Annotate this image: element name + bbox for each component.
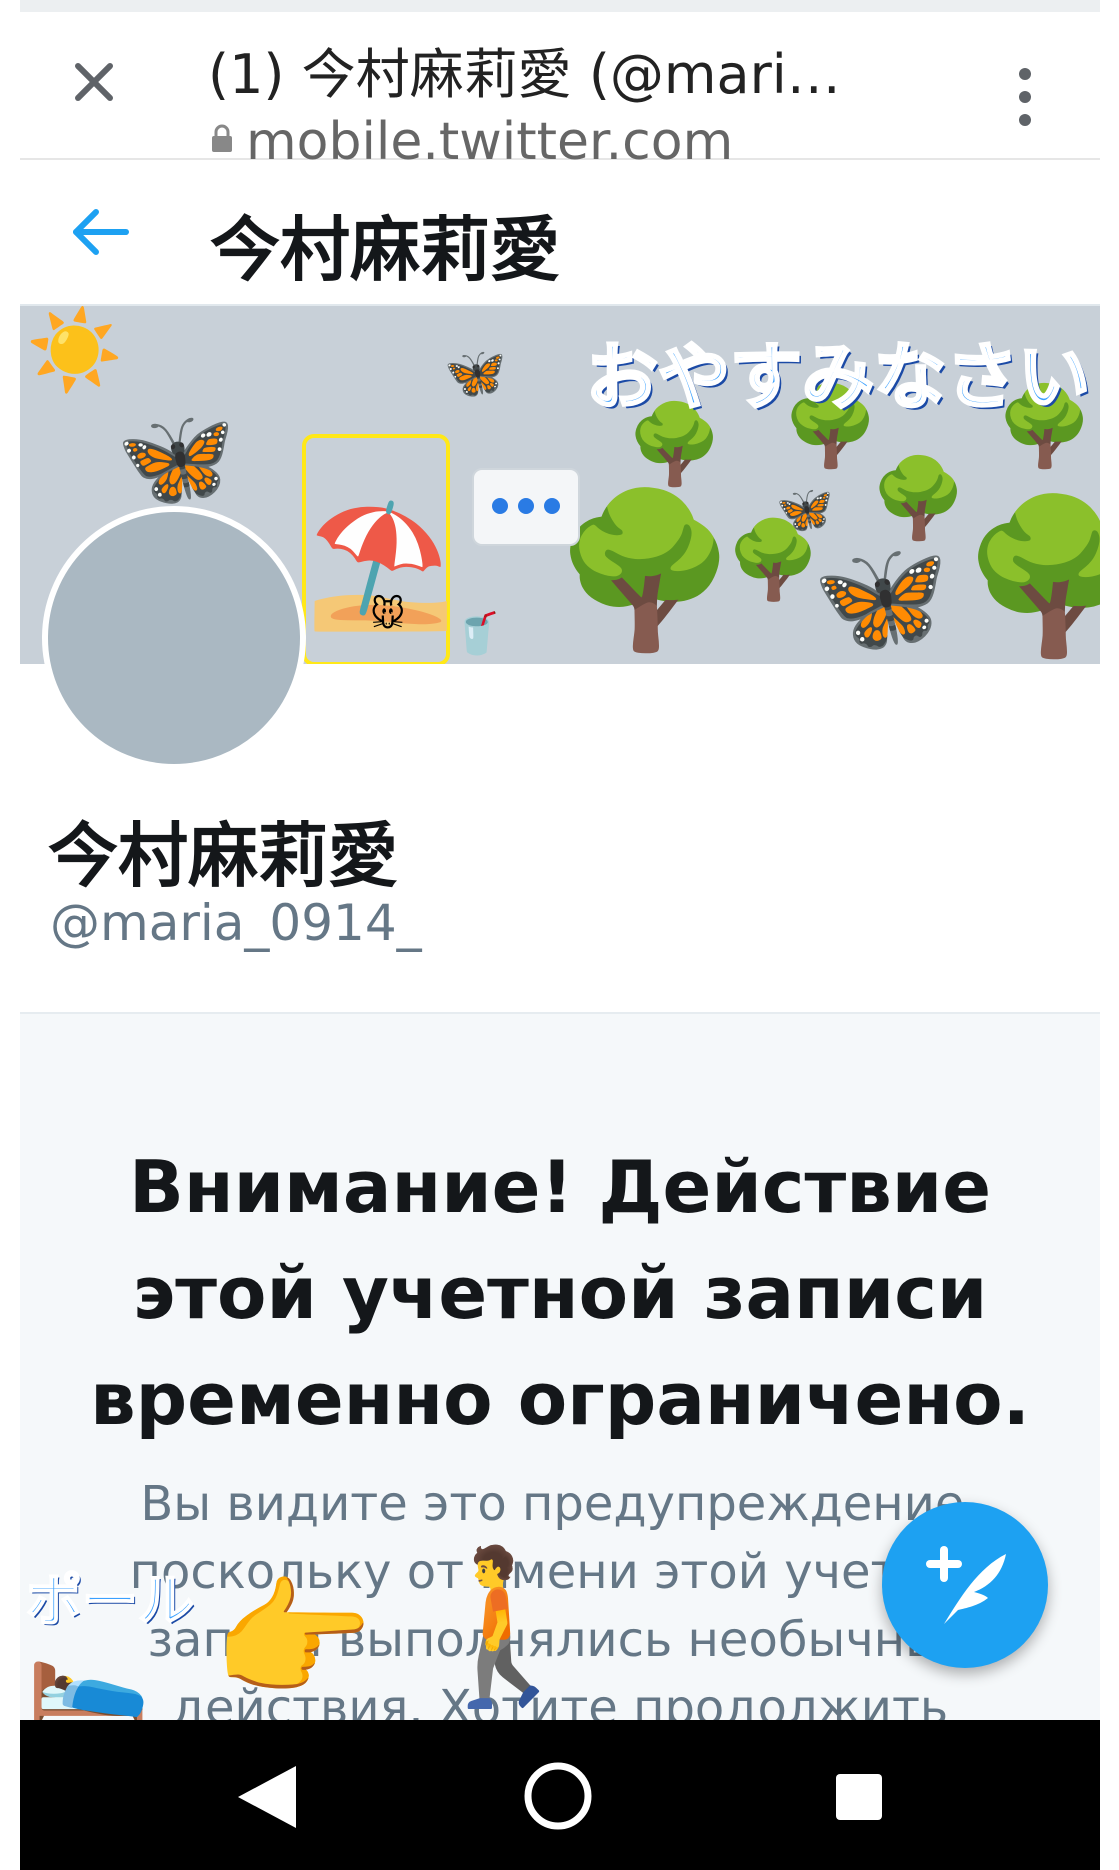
profile-header-bar: 今村麻莉愛 xyxy=(20,160,1100,306)
profile-handle: @maria_0914_ xyxy=(50,894,422,952)
more-vert-icon[interactable] xyxy=(1010,62,1040,132)
nav-recent-icon[interactable] xyxy=(836,1774,882,1820)
sun-icon: ☀️ xyxy=(26,306,124,396)
cup-icon: 🥤 xyxy=(452,611,502,657)
warning-title: Внимание! Действие этой учетной записи в… xyxy=(90,1145,1030,1441)
walking-person-icon: 🚶 xyxy=(410,1540,597,1714)
status-strip xyxy=(20,0,1100,12)
pointing-hand-icon: 👉 xyxy=(212,1563,374,1715)
lock-icon xyxy=(212,124,232,152)
profile-name: 今村麻莉愛 xyxy=(48,815,398,897)
tree-icon: 🌳 xyxy=(870,454,968,544)
phone-screen: (1) 今村麻莉愛 (@mari… mobile.twitter.com 今村麻… xyxy=(20,0,1100,1870)
nav-home-icon[interactable] xyxy=(522,1760,594,1832)
butterfly-icon: 🦋 xyxy=(444,344,507,402)
avatar[interactable] xyxy=(42,506,306,770)
nav-back-icon[interactable] xyxy=(232,1762,304,1832)
butterfly-icon: 🦋 xyxy=(116,402,236,514)
banner-caption: おやすみなさい xyxy=(584,334,1091,421)
bed-icon: 🛌 xyxy=(26,1611,151,1728)
browser-tab-title[interactable]: (1) 今村麻莉愛 (@mari… xyxy=(208,30,841,109)
tree-icon: 🌳 xyxy=(960,490,1100,664)
arrow-left-icon[interactable] xyxy=(68,200,132,264)
butterfly-icon: 🦋 xyxy=(812,533,949,661)
compose-tweet-icon xyxy=(926,1546,1006,1624)
header-title: 今村麻莉愛 xyxy=(210,209,560,291)
speech-bubble-icon xyxy=(472,468,580,546)
tree-icon: 🌳 xyxy=(726,515,821,604)
mouse-icon: 🐭 xyxy=(370,595,406,635)
browser-toolbar: (1) 今村麻莉愛 (@mari… mobile.twitter.com xyxy=(20,12,1100,170)
close-icon[interactable] xyxy=(64,52,124,112)
system-nav-bar xyxy=(20,1720,1100,1870)
tree-icon: 🌳 xyxy=(552,484,739,658)
compose-tweet-button[interactable] xyxy=(882,1502,1048,1668)
